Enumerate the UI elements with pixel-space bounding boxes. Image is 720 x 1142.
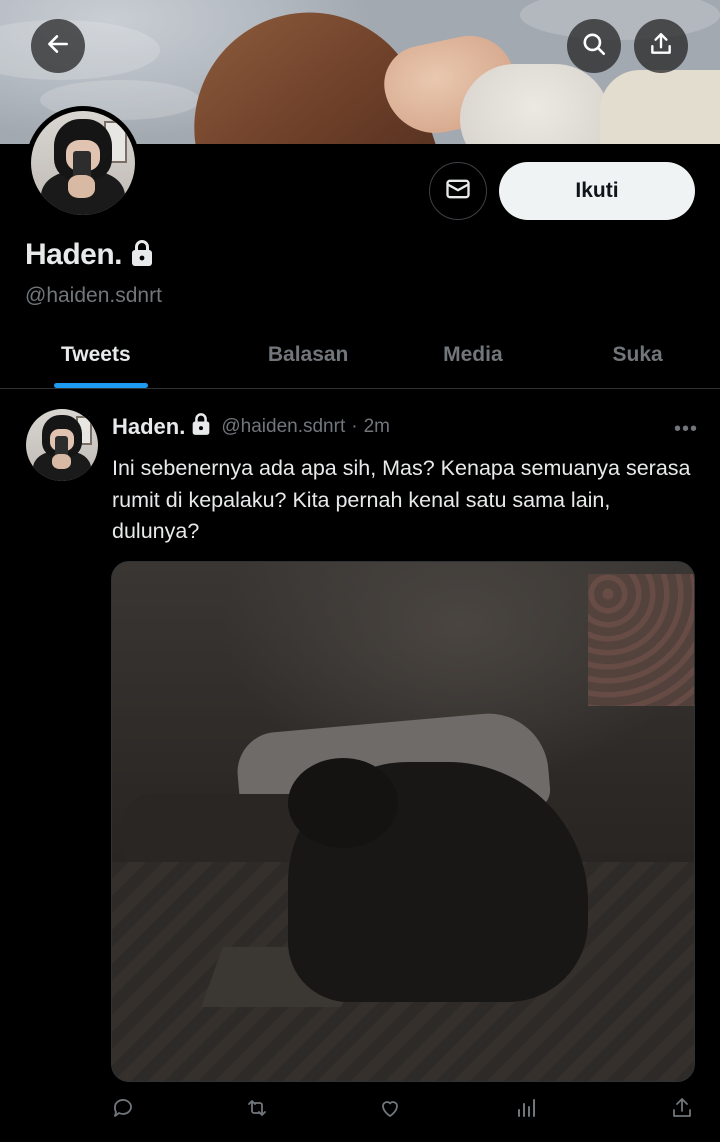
tab-label: Media [443,343,503,366]
message-button[interactable] [429,162,487,220]
tweet-separator: · [351,416,358,437]
views-icon [514,1096,538,1125]
views-button[interactable] [512,1096,540,1124]
share-upload-icon [648,31,674,62]
retweet-icon [245,1096,269,1125]
tweet-text: Ini sebenernya ada apa sih, Mas? Kenapa … [112,456,691,543]
share-button[interactable] [668,1096,696,1124]
profile-display-name: Haden. [25,238,123,271]
tab-likes[interactable]: Suka [555,322,720,388]
tweet-time[interactable]: 2m [364,416,390,438]
reply-icon [111,1096,135,1125]
tweet-header: Haden. @haiden.sdnrt · 2m [112,412,390,442]
tweet-action-bar [0,1096,720,1130]
retweet-button[interactable] [243,1096,271,1124]
arrow-left-icon [45,31,71,62]
profile-handle: @haiden.sdnrt [25,284,162,307]
follow-button[interactable]: Ikuti [499,162,695,220]
active-tab-indicator [54,383,148,388]
tab-label: Tweets [61,343,131,366]
tab-tweets[interactable]: Tweets [0,322,226,388]
tweet-author-avatar[interactable] [26,409,98,481]
like-button[interactable] [376,1096,404,1124]
tab-replies[interactable]: Balasan [226,322,391,388]
share-profile-button[interactable] [634,19,688,73]
tab-label: Balasan [267,343,349,366]
tab-label: Suka [612,343,663,366]
profile-tabs: Tweets Balasan Media Suka [0,322,720,389]
profile-avatar[interactable] [26,106,140,220]
tweet-media-image[interactable] [111,561,695,1082]
lock-icon [191,412,211,442]
back-button[interactable] [31,19,85,73]
tweet-author-handle[interactable]: @haiden.sdnrt [221,416,345,438]
search-button[interactable] [567,19,621,73]
search-icon [581,31,607,62]
more-options-icon[interactable]: ••• [674,418,698,441]
envelope-icon [444,175,472,208]
tweet-author-name[interactable]: Haden. [112,414,185,440]
lock-icon [130,239,154,272]
tab-media[interactable]: Media [391,322,556,388]
share-icon [670,1096,694,1125]
reply-button[interactable] [109,1096,137,1124]
like-icon [378,1096,402,1125]
